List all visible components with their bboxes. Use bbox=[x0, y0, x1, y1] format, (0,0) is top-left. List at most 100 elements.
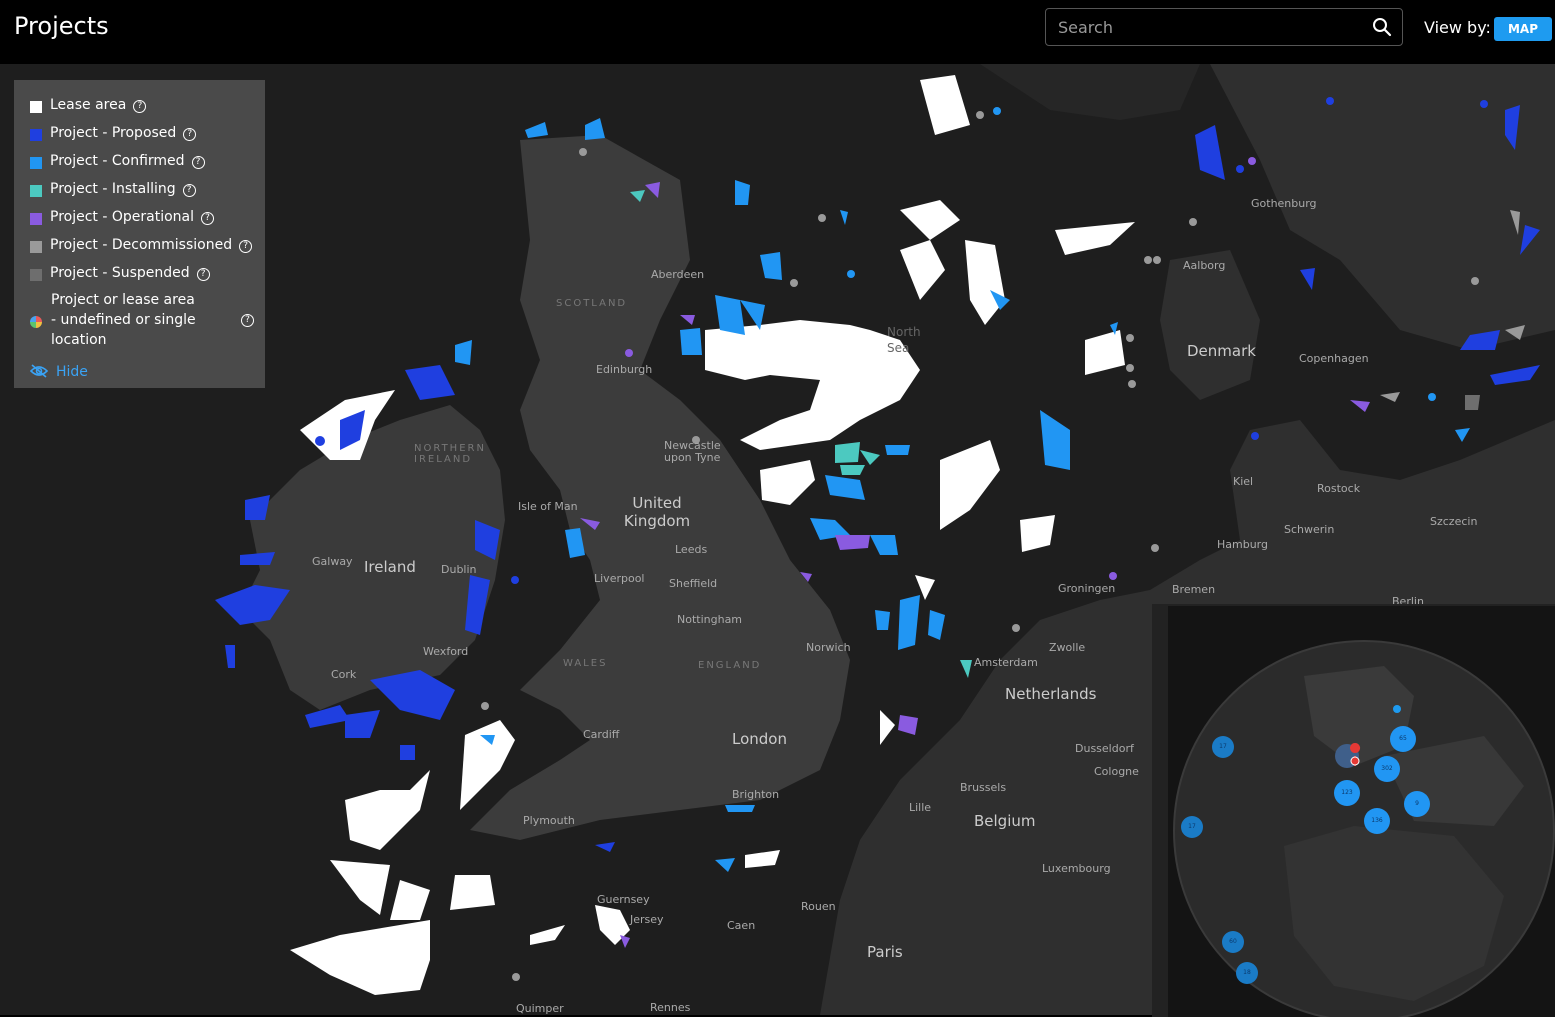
installing-swatch bbox=[30, 185, 42, 197]
cluster-marker[interactable]: 18 bbox=[1236, 962, 1258, 984]
label-luxembourg: Luxembourg bbox=[1042, 862, 1111, 875]
hide-label: Hide bbox=[56, 364, 88, 380]
label-leeds: Leeds bbox=[675, 543, 708, 556]
legend-label: Project - Confirmed bbox=[50, 153, 185, 169]
legend-label: Lease area bbox=[50, 97, 127, 113]
multicolor-dot-icon bbox=[30, 316, 42, 328]
label-nottingham: Nottingham bbox=[677, 613, 743, 626]
view-by-label: View by: bbox=[1424, 18, 1491, 37]
label-guernsey: Guernsey bbox=[597, 893, 650, 906]
label-gothenburg: Gothenburg bbox=[1251, 197, 1317, 210]
help-icon[interactable]: ? bbox=[239, 240, 253, 253]
label-united-kingdom: United Kingdom bbox=[623, 494, 691, 530]
eye-off-icon bbox=[29, 364, 49, 378]
help-icon[interactable]: ? bbox=[133, 100, 147, 113]
globe-overview-minimap[interactable]: 65 302 123 9 136 17 17 60 18 bbox=[1152, 604, 1555, 1017]
legend-label: Project - Decommissioned bbox=[50, 237, 233, 253]
suspended-swatch bbox=[30, 269, 42, 281]
help-icon[interactable]: ? bbox=[201, 212, 214, 225]
search-input[interactable] bbox=[1046, 9, 1366, 45]
legend-item-installing: Project - Installing? bbox=[14, 178, 265, 206]
cluster-marker[interactable]: 60 bbox=[1222, 931, 1244, 953]
label-brussels: Brussels bbox=[960, 781, 1007, 794]
hide-legend-button[interactable]: Hide bbox=[29, 364, 88, 380]
label-galway: Galway bbox=[312, 555, 353, 568]
legend-label: Project - Proposed bbox=[50, 125, 177, 141]
legend-item-lease-area: Lease area? bbox=[14, 94, 265, 122]
cluster-marker[interactable]: 302 bbox=[1374, 756, 1400, 782]
cluster-marker[interactable]: 9 bbox=[1404, 791, 1430, 817]
label-schwerin: Schwerin bbox=[1284, 523, 1335, 536]
label-brighton: Brighton bbox=[732, 788, 780, 801]
lease-area-swatch bbox=[30, 101, 42, 113]
help-icon[interactable]: ? bbox=[196, 268, 210, 281]
label-cork: Cork bbox=[331, 668, 357, 681]
label-rostock: Rostock bbox=[1317, 482, 1361, 495]
label-caen: Caen bbox=[727, 919, 756, 932]
label-ireland: Ireland bbox=[364, 558, 416, 576]
confirmed-swatch bbox=[30, 157, 42, 169]
label-north-sea: North Sea bbox=[887, 325, 921, 355]
cluster-marker[interactable]: 17 bbox=[1181, 816, 1203, 838]
label-aberdeen: Aberdeen bbox=[651, 268, 705, 281]
operational-swatch bbox=[30, 213, 42, 225]
label-norwich: Norwich bbox=[806, 641, 851, 654]
label-isle-of-man: Isle of Man bbox=[518, 500, 578, 513]
cluster-marker[interactable]: 123 bbox=[1334, 780, 1360, 806]
legend-item-operational: Project - Operational? bbox=[14, 206, 265, 234]
label-scotland: SCOTLAND bbox=[556, 298, 628, 309]
help-icon[interactable]: ? bbox=[182, 184, 196, 197]
legend-label: Project or lease area - undefined or sin… bbox=[51, 292, 196, 348]
label-hamburg: Hamburg bbox=[1217, 538, 1268, 551]
legend-label: Project - Installing bbox=[50, 181, 176, 197]
legend-item-proposed: Project - Proposed? bbox=[14, 122, 265, 150]
label-paris: Paris bbox=[867, 943, 903, 961]
cluster-marker[interactable]: 17 bbox=[1212, 736, 1234, 758]
label-rennes: Rennes bbox=[650, 1001, 691, 1014]
label-dublin: Dublin bbox=[441, 563, 477, 576]
label-jersey: Jersey bbox=[630, 913, 664, 926]
search-box[interactable] bbox=[1045, 8, 1403, 46]
label-belgium: Belgium bbox=[974, 812, 1036, 830]
label-sheffield: Sheffield bbox=[669, 577, 718, 590]
cluster-marker[interactable]: 65 bbox=[1390, 726, 1416, 752]
label-copenhagen: Copenhagen bbox=[1299, 352, 1369, 365]
label-liverpool: Liverpool bbox=[594, 572, 645, 585]
label-quimper: Quimper bbox=[516, 1002, 564, 1015]
search-icon[interactable] bbox=[1372, 17, 1392, 37]
page-title: Projects bbox=[14, 12, 109, 40]
label-denmark: Denmark bbox=[1187, 342, 1256, 360]
legend-item-undefined: Project or lease area - undefined or sin… bbox=[14, 290, 265, 352]
label-plymouth: Plymouth bbox=[523, 814, 575, 827]
top-bar: Projects View by: MAP bbox=[0, 0, 1555, 64]
decommissioned-swatch bbox=[30, 241, 42, 253]
label-newcastle: Newcastle upon Tyne bbox=[664, 439, 721, 464]
proposed-swatch bbox=[30, 129, 42, 141]
label-bremen: Bremen bbox=[1172, 583, 1216, 596]
label-england: ENGLAND bbox=[698, 660, 762, 671]
label-kiel: Kiel bbox=[1233, 475, 1254, 488]
label-northern-ireland: NORTHERN IRELAND bbox=[414, 443, 486, 465]
legend-panel: Lease area? Project - Proposed? Project … bbox=[14, 80, 265, 388]
label-zwolle: Zwolle bbox=[1049, 641, 1086, 654]
label-rouen: Rouen bbox=[801, 900, 836, 913]
help-icon[interactable]: ? bbox=[183, 128, 197, 141]
help-icon[interactable]: ? bbox=[241, 314, 254, 327]
legend-label: Project - Suspended bbox=[50, 265, 190, 281]
help-icon[interactable]: ? bbox=[191, 156, 205, 169]
legend-item-decommissioned: Project - Decommissioned? bbox=[14, 234, 265, 262]
label-wexford: Wexford bbox=[423, 645, 469, 658]
cluster-marker[interactable]: 136 bbox=[1364, 808, 1390, 834]
label-amsterdam: Amsterdam bbox=[974, 656, 1038, 669]
label-lille: Lille bbox=[909, 801, 932, 814]
label-szczecin: Szczecin bbox=[1430, 515, 1478, 528]
label-cardiff: Cardiff bbox=[583, 728, 620, 741]
label-groningen: Groningen bbox=[1058, 582, 1116, 595]
label-edinburgh: Edinburgh bbox=[596, 363, 653, 376]
legend-item-suspended: Project - Suspended? bbox=[14, 262, 265, 290]
label-wales: WALES bbox=[563, 658, 608, 669]
label-aalborg: Aalborg bbox=[1183, 259, 1226, 272]
label-netherlands: Netherlands bbox=[1005, 685, 1097, 703]
legend-item-confirmed: Project - Confirmed? bbox=[14, 150, 265, 178]
view-map-button[interactable]: MAP bbox=[1494, 17, 1552, 41]
